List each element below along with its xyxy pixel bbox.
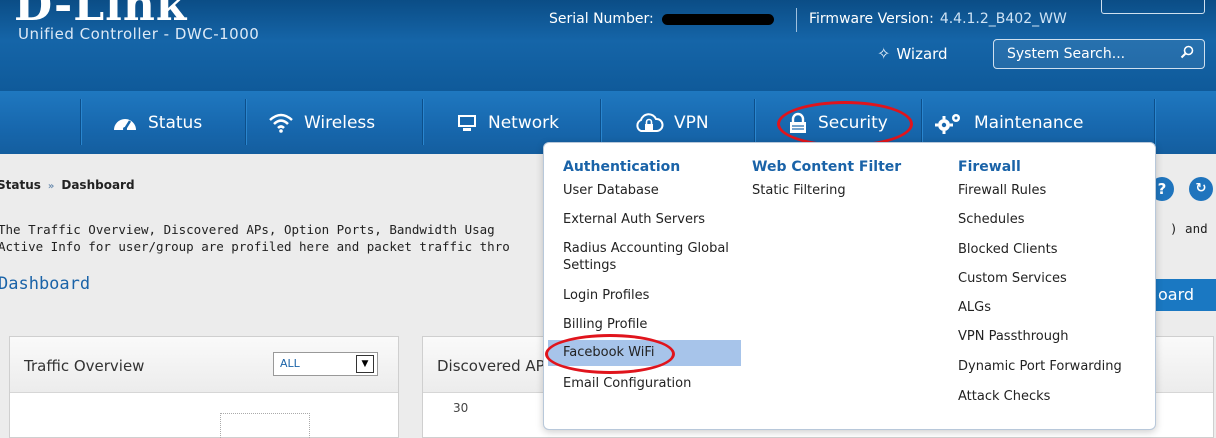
- breadcrumb: Status » Dashboard: [0, 178, 135, 192]
- menu-item-schedules[interactable]: Schedules: [958, 211, 1025, 228]
- firmware-label: Firmware Version:: [809, 11, 934, 27]
- dashboard-button[interactable]: oard: [1152, 279, 1216, 311]
- breadcrumb-current: Dashboard: [61, 178, 135, 192]
- menu-item-radius-accounting[interactable]: Radius Accounting Global Settings: [563, 240, 743, 274]
- menu-item-static-filtering[interactable]: Static Filtering: [752, 182, 846, 199]
- firmware-version: Firmware Version: 4.4.1.2_B402_WW: [809, 11, 1067, 27]
- panel-header: Traffic Overview ALL ▼: [10, 337, 398, 393]
- panel-title: Discovered AP: [437, 357, 545, 375]
- menu-item-attack-checks[interactable]: Attack Checks: [958, 388, 1050, 405]
- menu-item-vpn-passthrough[interactable]: VPN Passthrough: [958, 328, 1068, 345]
- description-line-1: The Traffic Overview, Discovered APs, Op…: [0, 222, 495, 237]
- column-heading-web-content-filter: Web Content Filter: [752, 159, 902, 175]
- select-value: ALL: [280, 357, 300, 370]
- wizard-label: Wizard: [896, 44, 948, 63]
- breadcrumb-separator: »: [47, 181, 55, 192]
- menu-item-login-profiles[interactable]: Login Profiles: [563, 287, 649, 304]
- nav-divider: [422, 99, 423, 145]
- speedometer-icon: [114, 118, 136, 131]
- magic-wand-icon: ✧: [877, 44, 891, 63]
- nav-divider: [80, 99, 81, 145]
- nav-label-maintenance: Maintenance: [974, 112, 1084, 133]
- wifi-icon: [269, 113, 293, 133]
- serial-label: Serial Number:: [549, 11, 654, 27]
- nav-label-security: Security: [818, 112, 888, 133]
- firmware-value: 4.4.1.2_B402_WW: [939, 11, 1067, 27]
- page-description: The Traffic Overview, Discovered APs, Op…: [0, 221, 510, 255]
- breadcrumb-root[interactable]: Status: [0, 178, 41, 192]
- search-icon: [1180, 45, 1194, 59]
- logout-button[interactable]: [1101, 0, 1205, 14]
- menu-item-dynamic-port-forwarding[interactable]: Dynamic Port Forwarding: [958, 358, 1122, 375]
- serial-redaction: [661, 13, 774, 25]
- product-subtitle: Unified Controller - DWC-1000: [18, 25, 260, 43]
- menu-item-firewall-rules[interactable]: Firewall Rules: [958, 182, 1046, 199]
- nav-label-status: Status: [148, 112, 203, 133]
- menu-item-external-auth-servers[interactable]: External Auth Servers: [563, 211, 705, 228]
- chart-placeholder: [220, 413, 310, 438]
- security-dropdown-menu: Authentication User Database External Au…: [543, 142, 1156, 430]
- wizard-link[interactable]: ✧ Wizard: [877, 44, 948, 63]
- search-placeholder: System Search...: [1007, 46, 1126, 62]
- menu-item-billing-profile[interactable]: Billing Profile: [563, 316, 647, 333]
- nav-divider: [754, 99, 755, 145]
- nav-label-vpn: VPN: [674, 112, 709, 133]
- menu-item-blocked-clients[interactable]: Blocked Clients: [958, 241, 1058, 258]
- column-heading-firewall: Firewall: [958, 159, 1021, 175]
- monitor-icon: [458, 114, 476, 131]
- nav-label-network: Network: [488, 112, 559, 133]
- app-header: D-Link Unified Controller - DWC-1000 Ser…: [0, 0, 1216, 91]
- nav-item-status[interactable]: Status: [112, 91, 202, 154]
- nav-divider: [921, 99, 922, 145]
- traffic-filter-select[interactable]: ALL ▼: [273, 352, 378, 376]
- cloud-lock-icon: [636, 112, 664, 132]
- menu-item-algs[interactable]: ALGs: [958, 299, 991, 316]
- nav-label-wireless: Wireless: [304, 112, 376, 133]
- menu-item-user-database[interactable]: User Database: [563, 182, 659, 199]
- column-heading-authentication: Authentication: [563, 159, 681, 175]
- refresh-icon[interactable]: ↻: [1189, 177, 1213, 201]
- nav-divider: [1154, 99, 1155, 145]
- nav-divider: [600, 99, 601, 145]
- traffic-overview-panel: Traffic Overview ALL ▼: [9, 336, 399, 438]
- system-search-input[interactable]: System Search...: [993, 39, 1205, 69]
- nav-item-wireless[interactable]: Wireless: [268, 91, 375, 154]
- menu-item-email-configuration[interactable]: Email Configuration: [563, 375, 691, 392]
- description-line-1-tail: ) and: [1170, 221, 1208, 236]
- description-line-2: Active Info for user/group are profiled …: [0, 239, 510, 254]
- nav-divider: [245, 99, 246, 145]
- panel-title: Traffic Overview: [24, 357, 145, 375]
- page-title: Dashboard: [0, 274, 91, 294]
- gears-icon: [935, 113, 960, 134]
- menu-item-custom-services[interactable]: Custom Services: [958, 270, 1067, 287]
- padlock-icon: [790, 112, 806, 133]
- y-axis-tick: 30: [453, 401, 469, 415]
- serial-number: Serial Number:: [549, 11, 774, 27]
- header-divider: [796, 8, 797, 32]
- menu-item-facebook-wifi[interactable]: Facebook WiFi: [548, 340, 741, 366]
- chevron-down-icon: ▼: [356, 355, 374, 373]
